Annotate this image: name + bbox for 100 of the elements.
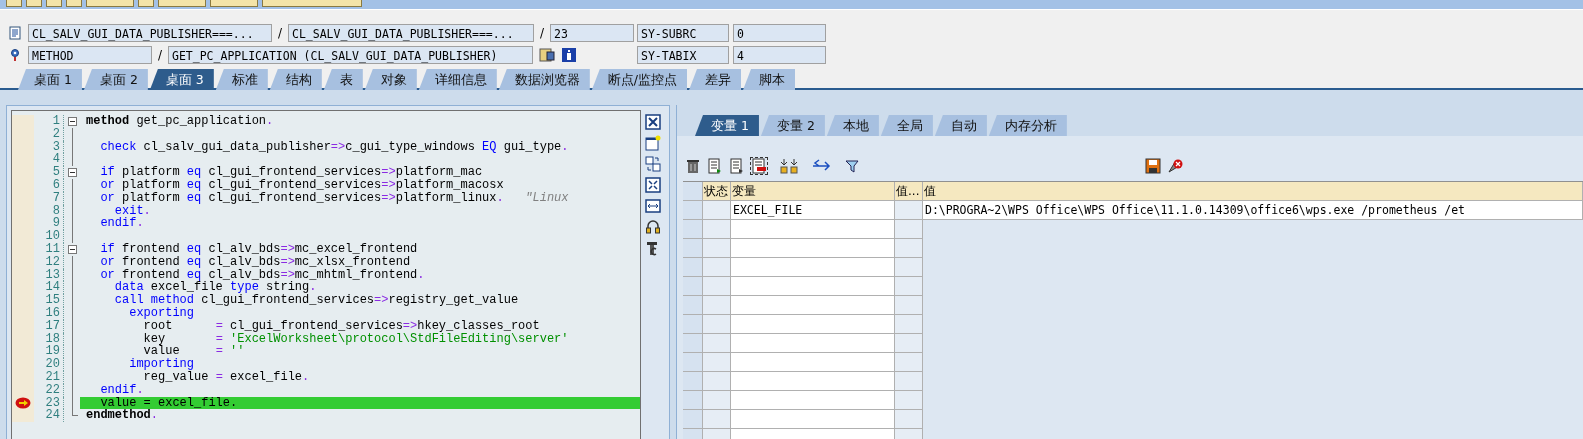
desktop-tab[interactable]: 标准 (215, 69, 268, 90)
row-selector[interactable] (683, 239, 703, 258)
row-selector[interactable] (683, 258, 703, 277)
code-line: or frontend eq cl_alv_bds=>mc_xlsx_frontend (99, 255, 412, 269)
watch-value-field[interactable]: 0 (733, 24, 826, 42)
collapse-icon[interactable] (67, 168, 77, 178)
code-line: if frontend eq cl_alv_bds=>mc_excel_frontend (99, 242, 419, 256)
row-selector[interactable] (683, 410, 703, 429)
variable-tab[interactable]: 变量 2 (760, 115, 825, 136)
row-selector[interactable] (683, 372, 703, 391)
code-line: importing (128, 358, 195, 371)
document-delete-icon[interactable] (751, 158, 767, 174)
line-number: 16 (34, 306, 64, 320)
watch-value-field[interactable]: 4 (733, 46, 826, 64)
line-number: 17 (34, 319, 64, 333)
column-header[interactable]: 状态 (703, 182, 731, 201)
row-selector[interactable] (683, 220, 703, 239)
code-line: exit. (114, 204, 151, 218)
code-line: exporting (128, 306, 196, 320)
toolbar-button[interactable] (158, 0, 206, 7)
code-line: check cl_salv_gui_data_publisher=>c_gui_type_windows EQ gui_type. (99, 140, 570, 154)
column-header[interactable]: 变量 (731, 182, 895, 201)
collapse-icon[interactable] (67, 116, 77, 126)
desktop-tab[interactable]: 结构 (269, 69, 322, 90)
row-selector[interactable] (683, 201, 703, 220)
row-selector[interactable] (683, 277, 703, 296)
code-line: or platform eq cl_gui_frontend_services=>platform_macosx (99, 179, 505, 192)
desktop-tab[interactable]: 对象 (364, 69, 417, 90)
separator-text: / (276, 26, 283, 40)
row-selector[interactable] (683, 391, 703, 410)
select-all-cell[interactable] (683, 182, 703, 201)
toolbar-button[interactable] (210, 0, 258, 7)
desktop-tab[interactable]: 表 (323, 69, 363, 90)
line-number: 5 (34, 166, 64, 179)
trash-icon[interactable] (685, 158, 701, 174)
breakpoint-gutter-cell[interactable] (12, 115, 34, 128)
line-number: 13 (34, 268, 64, 282)
line-field[interactable]: 23 (550, 24, 634, 42)
variable-tab[interactable]: 内存分析 (988, 115, 1067, 136)
line-number: 24 (34, 409, 64, 423)
maximize-icon[interactable] (645, 177, 661, 193)
document-icon (8, 26, 22, 40)
swap-window-icon[interactable] (645, 156, 661, 172)
program-field[interactable]: CL_SALV_GUI_DATA_PUBLISHER===... (288, 24, 534, 42)
line-number: 9 (34, 217, 64, 231)
desktop-tab[interactable]: 差异 (689, 69, 742, 90)
sort-icon[interactable] (779, 158, 799, 174)
include-field[interactable]: CL_SALV_GUI_DATA_PUBLISHER===... (28, 24, 272, 42)
line-number: 18 (34, 332, 64, 346)
watch-name-field[interactable]: SY-SUBRC (637, 24, 729, 42)
column-header[interactable]: 值... (895, 182, 923, 201)
toolbar-button[interactable] (26, 0, 42, 7)
line-number: 10 (34, 230, 64, 243)
desktop-tab[interactable]: 桌面 3 (149, 69, 214, 90)
resize-horizontal-icon[interactable] (645, 198, 661, 214)
variable-tab[interactable]: 本地 (826, 115, 879, 136)
toolbar-button[interactable] (138, 0, 154, 7)
variable-tab[interactable]: 全局 (880, 115, 933, 136)
code-line: if platform eq cl_gui_frontend_services=>platform_mac (99, 166, 483, 179)
close-icon[interactable] (645, 114, 661, 130)
desktop-tab[interactable]: 脚本 (743, 69, 796, 90)
watch-name-field[interactable]: SY-TABIX (637, 46, 729, 64)
line-number: 23 (34, 396, 64, 410)
event-field[interactable]: GET_PC_APPLICATION (CL_SALV_GUI_DATA_PUBLISHER) (168, 46, 533, 64)
row-selector[interactable] (683, 334, 703, 353)
code-line: data excel_file type string. (113, 281, 317, 295)
info-icon[interactable] (561, 47, 577, 63)
row-selector[interactable] (683, 353, 703, 372)
delete-icon[interactable] (1167, 158, 1183, 174)
line-number: 6 (34, 179, 64, 192)
variable-tab[interactable]: 变量 1 (695, 115, 759, 136)
toolbar-button[interactable] (46, 0, 62, 7)
separator-text: / (156, 48, 163, 62)
desktop-tab[interactable]: 桌面 1 (18, 69, 82, 90)
breakpoint-gutter-cell[interactable] (12, 409, 34, 423)
row-selector[interactable] (683, 296, 703, 315)
toolbar-button[interactable] (86, 0, 134, 7)
line-number: 15 (34, 294, 64, 307)
column-header[interactable]: 值 (923, 182, 1583, 201)
headset-icon[interactable] (645, 219, 661, 235)
desktop-tab[interactable]: 数据浏览器 (498, 69, 590, 90)
desktop-tab[interactable]: 断点/监控点 (591, 69, 688, 90)
toolbar-button[interactable] (262, 0, 362, 7)
event-type-field[interactable]: METHOD (28, 46, 152, 64)
row-selector[interactable] (683, 315, 703, 334)
toolbar-button[interactable] (6, 0, 22, 7)
variable-tab[interactable]: 自动 (934, 115, 987, 136)
save-icon[interactable] (1145, 158, 1161, 174)
line-number: 14 (34, 281, 64, 295)
display-object-icon[interactable] (539, 47, 555, 63)
desktop-tab[interactable]: 桌面 2 (83, 69, 148, 90)
variable-cell[interactable]: EXCEL_FILE (731, 201, 895, 220)
new-window-icon[interactable] (645, 135, 661, 151)
line-number: 19 (34, 345, 64, 359)
code-line: or platform eq cl_gui_frontend_services=>platform_linux. "Linux (99, 191, 570, 205)
desktop-tab[interactable]: 详细信息 (418, 69, 497, 90)
value-cell[interactable]: D:\PROGRA~2\WPS Office\WPS Office\11.1.0.14309\office6\wps.exe /prometheus /et (923, 201, 1583, 220)
code-line: key = 'ExcelWorksheet\protocol\StdFileEditing\server' (142, 332, 570, 346)
collapse-icon[interactable] (67, 244, 77, 254)
toolbar-button[interactable] (66, 0, 82, 7)
